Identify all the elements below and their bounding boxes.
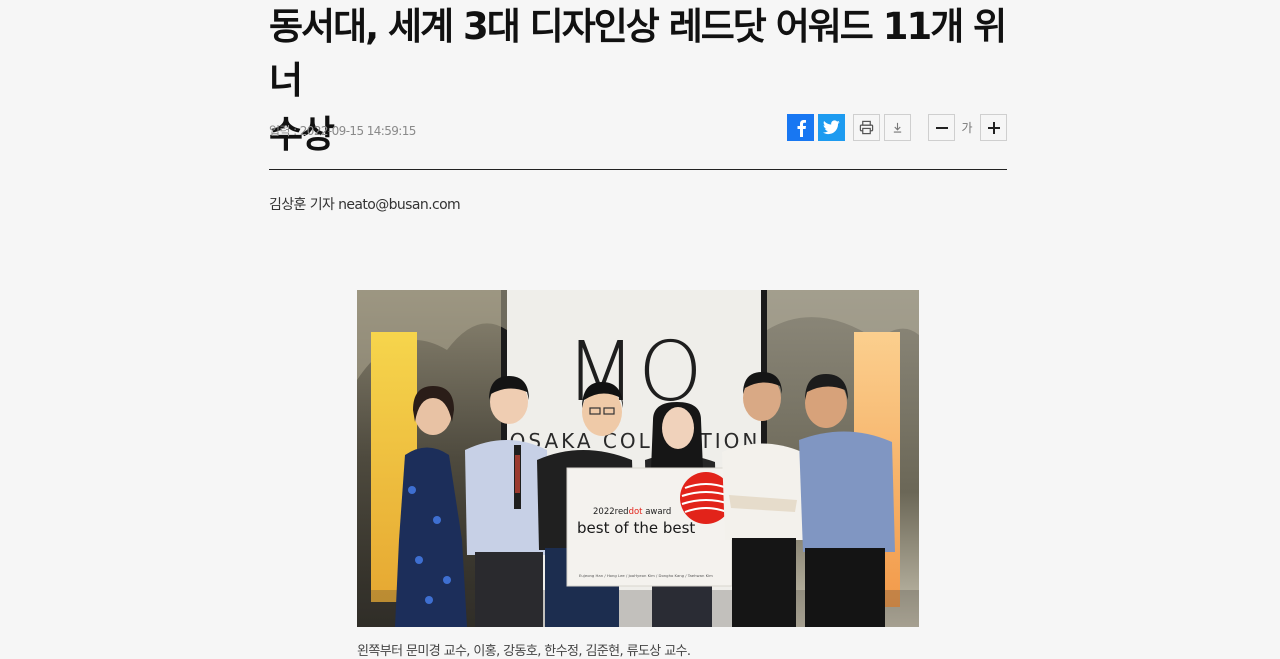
font-decrease-button[interactable] xyxy=(928,114,955,141)
facebook-icon xyxy=(797,119,806,137)
award-board: 2022reddot award best of the best Eujeon… xyxy=(566,467,733,587)
award-title: best of the best xyxy=(577,519,695,537)
sign-banner-text: OSAKA COLLECTION xyxy=(510,429,761,453)
award-word: award xyxy=(645,507,671,517)
facebook-share-button[interactable] xyxy=(787,114,814,141)
twitter-icon xyxy=(823,120,840,135)
twitter-share-button[interactable] xyxy=(818,114,845,141)
reporter-byline: 김상훈 기자 neato@busan.com xyxy=(269,197,461,213)
headline-line-1: 동서대, 세계 3대 디자인상 레드닷 어워드 11개 위너 xyxy=(269,5,1007,102)
award-dot: dot xyxy=(629,507,644,517)
minus-icon xyxy=(935,126,948,129)
font-increase-button[interactable] xyxy=(980,114,1007,141)
award-red: red xyxy=(615,507,629,517)
award-names: Eujeong Han / Hong Lee / JooHyeon Kim / … xyxy=(579,573,713,578)
font-size-label: 가 xyxy=(961,121,973,135)
print-button[interactable] xyxy=(853,114,880,141)
download-icon xyxy=(893,122,902,133)
header-divider xyxy=(269,169,1007,170)
plus-icon xyxy=(987,121,1000,134)
award-year: 2022 xyxy=(593,507,615,517)
print-icon xyxy=(859,120,874,135)
download-button[interactable] xyxy=(884,114,911,141)
article-photo: MO OSAKA COLLECTION 2022reddot award bes… xyxy=(357,290,919,627)
svg-text:2022reddot award: 2022reddot award xyxy=(593,507,671,517)
photo-caption: 왼쪽부터 문미경 교수, 이홍, 강동호, 한수정, 김준현, 류도상 교수. xyxy=(357,644,691,659)
published-date: 입력 : 2022-09-15 14:59:15 xyxy=(269,124,416,138)
photo-illustration: MO OSAKA COLLECTION 2022reddot award bes… xyxy=(357,290,919,627)
